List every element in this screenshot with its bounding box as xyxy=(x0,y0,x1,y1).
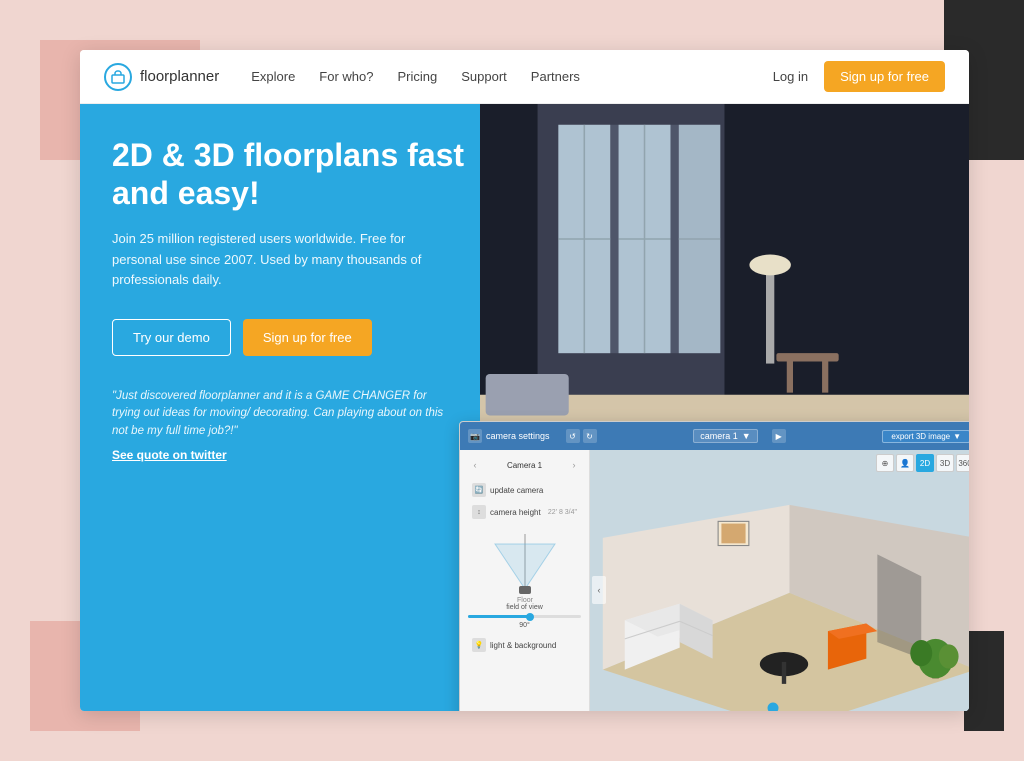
fov-slider[interactable] xyxy=(468,615,581,618)
viewport-toolbar: ⊕ 👤 2D 3D 360 xyxy=(876,454,969,472)
camera-nav: ‹ Camera 1 › xyxy=(468,458,581,472)
toolbar-camera-settings: 📷 camera settings xyxy=(468,429,550,443)
testimonial-block: "Just discovered floorplanner and it is … xyxy=(112,388,452,464)
camera-height-icon: ↕ xyxy=(472,505,486,519)
viewport-btn-compass[interactable]: ⊕ xyxy=(876,454,894,472)
toolbar-camera-label: camera settings xyxy=(486,431,550,441)
scroll-left-arrow[interactable]: ‹ xyxy=(592,576,606,604)
light-bg-icon: 💡 xyxy=(472,638,486,652)
light-bg-label: light & background xyxy=(490,641,556,650)
camera-name: Camera 1 xyxy=(507,461,542,470)
camera-height-value: 22' 8 3/4" xyxy=(548,509,577,516)
camera-diagram: Floor xyxy=(468,524,581,604)
hero-buttons: Try our demo Sign up for free xyxy=(112,319,512,356)
app-screenshot: 📷 camera settings ↺ ↻ camera 1 ▼ ▶ expo xyxy=(459,421,969,711)
camera-diagram-svg: Floor xyxy=(485,524,565,604)
viewport-btn-person[interactable]: 👤 xyxy=(896,454,914,472)
camera-dropdown-label: camera 1 xyxy=(700,431,738,441)
camera-prev-btn[interactable]: ‹ xyxy=(468,458,482,472)
viewport-btn-360[interactable]: 360 xyxy=(956,454,969,472)
nav-partners[interactable]: Partners xyxy=(531,69,580,84)
export-label: export 3D image xyxy=(891,432,950,441)
fov-label-text: field of view xyxy=(468,604,581,611)
hero-content: 2D & 3D floorplans fast and easy! Join 2… xyxy=(112,136,512,464)
logo-area[interactable]: floorplanner xyxy=(104,63,219,91)
hero-title: 2D & 3D floorplans fast and easy! xyxy=(112,136,512,213)
viewport-btn-3d[interactable]: 3D xyxy=(936,454,954,472)
navbar: floorplanner Explore For who? Pricing Su… xyxy=(80,50,969,104)
nav-explore[interactable]: Explore xyxy=(251,69,295,84)
testimonial-link[interactable]: See quote on twitter xyxy=(112,446,452,464)
camera-height-item: ↕ camera height 22' 8 3/4" xyxy=(468,502,581,522)
fov-value: 90° xyxy=(468,622,581,629)
login-button[interactable]: Log in xyxy=(773,69,808,84)
nav-for-who[interactable]: For who? xyxy=(319,69,373,84)
hero-subtitle: Join 25 million registered users worldwi… xyxy=(112,229,432,291)
camera-settings-icon: 📷 xyxy=(468,429,482,443)
light-background-item[interactable]: 💡 light & background xyxy=(468,635,581,655)
app-toolbar: 📷 camera settings ↺ ↻ camera 1 ▼ ▶ expo xyxy=(460,422,969,450)
hero-signup-button[interactable]: Sign up for free xyxy=(243,319,372,356)
redo-icon[interactable]: ↻ xyxy=(583,429,597,443)
undo-icon[interactable]: ↺ xyxy=(566,429,580,443)
update-camera-label: update camera xyxy=(490,486,543,495)
app-left-panel: ‹ Camera 1 › 🔄 update camera ↕ camera he… xyxy=(460,450,590,711)
nav-pricing[interactable]: Pricing xyxy=(398,69,438,84)
viewport-render xyxy=(590,450,969,711)
export-arrow-icon: ▼ xyxy=(953,432,961,441)
bg-decoration-bottom-right xyxy=(964,631,1004,731)
testimonial-text: "Just discovered floorplanner and it is … xyxy=(112,390,443,437)
signup-button[interactable]: Sign up for free xyxy=(824,61,945,92)
demo-button[interactable]: Try our demo xyxy=(112,319,231,356)
nav-links: Explore For who? Pricing Support Partner… xyxy=(251,69,772,84)
update-camera-item[interactable]: 🔄 update camera xyxy=(468,480,581,500)
logo-icon xyxy=(104,63,132,91)
viewport-btn-2d[interactable]: 2D xyxy=(916,454,934,472)
fov-slider-thumb xyxy=(526,613,534,621)
camera-height-label: camera height xyxy=(490,508,541,517)
nav-actions: Log in Sign up for free xyxy=(773,61,945,92)
camera-dropdown[interactable]: camera 1 ▼ xyxy=(693,429,757,443)
svg-text:Floor: Floor xyxy=(517,597,534,604)
camera-next-btn[interactable]: › xyxy=(567,458,581,472)
export-button[interactable]: export 3D image ▼ xyxy=(882,430,969,443)
update-camera-icon: 🔄 xyxy=(472,483,486,497)
hero-section: 2D & 3D floorplans fast and easy! Join 2… xyxy=(80,104,969,711)
logo-text: floorplanner xyxy=(140,68,219,85)
nav-support[interactable]: Support xyxy=(461,69,507,84)
app-body: ‹ Camera 1 › 🔄 update camera ↕ camera he… xyxy=(460,450,969,711)
dropdown-arrow-icon: ▼ xyxy=(742,431,751,441)
fov-slider-fill xyxy=(468,615,530,618)
play-icon[interactable]: ▶ xyxy=(772,429,786,443)
app-viewport: ⊕ 👤 2D 3D 360 ‹ 📷 xyxy=(590,450,969,711)
main-card: floorplanner Explore For who? Pricing Su… xyxy=(80,50,969,711)
